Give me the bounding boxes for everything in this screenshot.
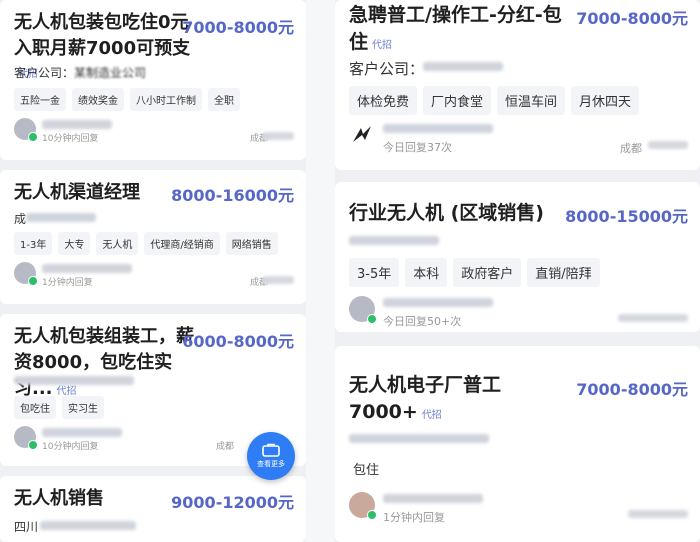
reply-status: 10分钟内回复 — [42, 442, 99, 452]
job-tag: 本科 — [405, 258, 448, 287]
reply-status: 1分钟内回复 — [42, 278, 93, 288]
proxy-tag: 代招 — [421, 410, 442, 421]
job-title: 无人机电子厂普工7000+ 代招 — [349, 374, 502, 423]
job-location: 成都 — [620, 142, 642, 155]
company-line: 客户公司： — [349, 60, 425, 78]
recruiter-row: 1分钟内回复 成都 — [14, 262, 294, 290]
recruiter-row: 10分钟内回复 成都 — [14, 118, 294, 146]
recruiter-name — [42, 264, 132, 273]
job-card[interactable]: 无人机渠道经理 8000-16000元 成 1-3年 大专 无人机 代理商/经销… — [0, 170, 306, 304]
company-name — [40, 521, 136, 530]
job-tags: 3-5年 本科 政府客户 直销/陪拜 — [349, 258, 690, 287]
job-tag: 无人机 — [96, 232, 139, 255]
recruiter-row: 今日回复50+次 — [349, 296, 688, 328]
job-tag: 直销/陪拜 — [527, 258, 600, 287]
job-salary: 7000-8000元 — [576, 9, 688, 28]
job-tag: 包吃住 — [14, 396, 56, 419]
reply-status: 1分钟内回复 — [383, 511, 445, 524]
recruiter-name — [383, 494, 483, 503]
job-card[interactable]: 行业无人机 (区域销售) 8000-15000元 3-5年 本科 政府客户 直销… — [335, 182, 700, 332]
company-line: 成 — [14, 212, 27, 226]
avatar — [14, 118, 38, 142]
recruiter-name — [383, 124, 493, 133]
company-line: 四川 — [14, 520, 39, 534]
avatar — [14, 262, 38, 286]
company-name — [26, 213, 96, 222]
job-tag: 政府客户 — [453, 258, 522, 287]
job-tags: 体检免费 厂内食堂 恒温车间 月休四天 — [349, 86, 690, 115]
reply-status: 今日回复50+次 — [383, 315, 462, 328]
job-tag: 厂内食堂 — [423, 86, 492, 115]
company-line: 客户公司：某制造业公司 — [14, 66, 147, 80]
job-tag: 五险一金 — [14, 88, 66, 111]
job-tag: 包住 — [349, 454, 388, 483]
job-tag: 八小时工作制 — [130, 88, 202, 111]
job-tag: 体检免费 — [349, 86, 418, 115]
right-job-column: 急聘普工/操作工-分红-包住 代招 7000-8000元 客户公司： 体检免费 厂… — [335, 0, 700, 542]
left-job-column: 无人机包装包吃住0元入职月薪7000可预支代招 7000-8000元 客户公司：… — [0, 0, 306, 542]
job-card[interactable]: 无人机电子厂普工7000+ 代招 7000-8000元 包住 1分钟内回复 — [335, 346, 700, 542]
job-title: 急聘普工/操作工-分红-包住 代招 — [349, 4, 562, 53]
job-card[interactable]: 无人机包装包吃住0元入职月薪7000可预支代招 7000-8000元 客户公司：… — [0, 0, 306, 160]
job-tag: 大专 — [58, 232, 91, 255]
job-tag: 绩效奖金 — [72, 88, 124, 111]
briefcase-icon — [262, 443, 280, 457]
job-tags: 包住 — [349, 454, 690, 483]
job-tag: 月休四天 — [571, 86, 640, 115]
job-tag: 恒温车间 — [497, 86, 566, 115]
job-tag: 网络销售 — [225, 232, 278, 255]
recruiter-name — [42, 428, 122, 437]
company-logo-icon — [353, 126, 371, 142]
job-card[interactable]: 无人机销售 9000-12000元 四川 — [0, 476, 306, 542]
job-salary: 7000-8000元 — [576, 380, 688, 399]
company-name — [423, 62, 503, 71]
job-tag: 代理商/经销商 — [144, 232, 220, 255]
job-title: 无人机包装组装工，薪资8000，包吃住实习... 代招 — [14, 326, 194, 399]
job-tag: 全职 — [208, 88, 240, 111]
job-tags: 1-3年 大专 无人机 代理商/经销商 网络销售 — [14, 232, 296, 255]
reply-status: 今日回复37次 — [383, 141, 452, 154]
location-detail — [262, 276, 294, 284]
job-tag: 3-5年 — [349, 258, 400, 287]
recruiter-name — [42, 120, 112, 129]
recruiter-name — [383, 298, 493, 307]
job-salary: 8000-15000元 — [565, 207, 688, 226]
company-name — [14, 376, 134, 385]
job-tag: 实习生 — [62, 396, 104, 419]
reply-status: 10分钟内回复 — [42, 134, 99, 144]
location-detail — [618, 314, 688, 322]
job-salary: 6000-8000元 — [182, 332, 294, 351]
avatar — [14, 426, 38, 450]
job-salary: 7000-8000元 — [182, 18, 294, 37]
job-tags: 包吃住 实习生 — [14, 396, 296, 419]
view-more-label: 查看更多 — [257, 460, 285, 468]
company-name — [349, 236, 439, 245]
job-salary: 9000-12000元 — [171, 493, 294, 512]
recruiter-row: 今日回复37次 成都 — [349, 122, 688, 155]
job-card[interactable]: 急聘普工/操作工-分红-包住 代招 7000-8000元 客户公司： 体检免费 厂… — [335, 0, 700, 170]
job-location: 成都 — [215, 442, 234, 452]
proxy-tag: 代招 — [372, 40, 393, 51]
job-salary: 8000-16000元 — [171, 186, 294, 205]
job-tag: 1-3年 — [14, 232, 53, 255]
company-name — [349, 434, 489, 443]
job-tags: 五险一金 绩效奖金 八小时工作制 全职 — [14, 88, 296, 111]
avatar — [349, 492, 377, 520]
view-more-button[interactable]: 查看更多 — [247, 432, 295, 480]
avatar — [349, 296, 377, 324]
location-detail — [628, 510, 688, 518]
location-detail — [648, 141, 688, 149]
location-detail — [262, 132, 294, 140]
recruiter-row: 1分钟内回复 — [349, 492, 688, 524]
column-gap — [306, 0, 335, 542]
